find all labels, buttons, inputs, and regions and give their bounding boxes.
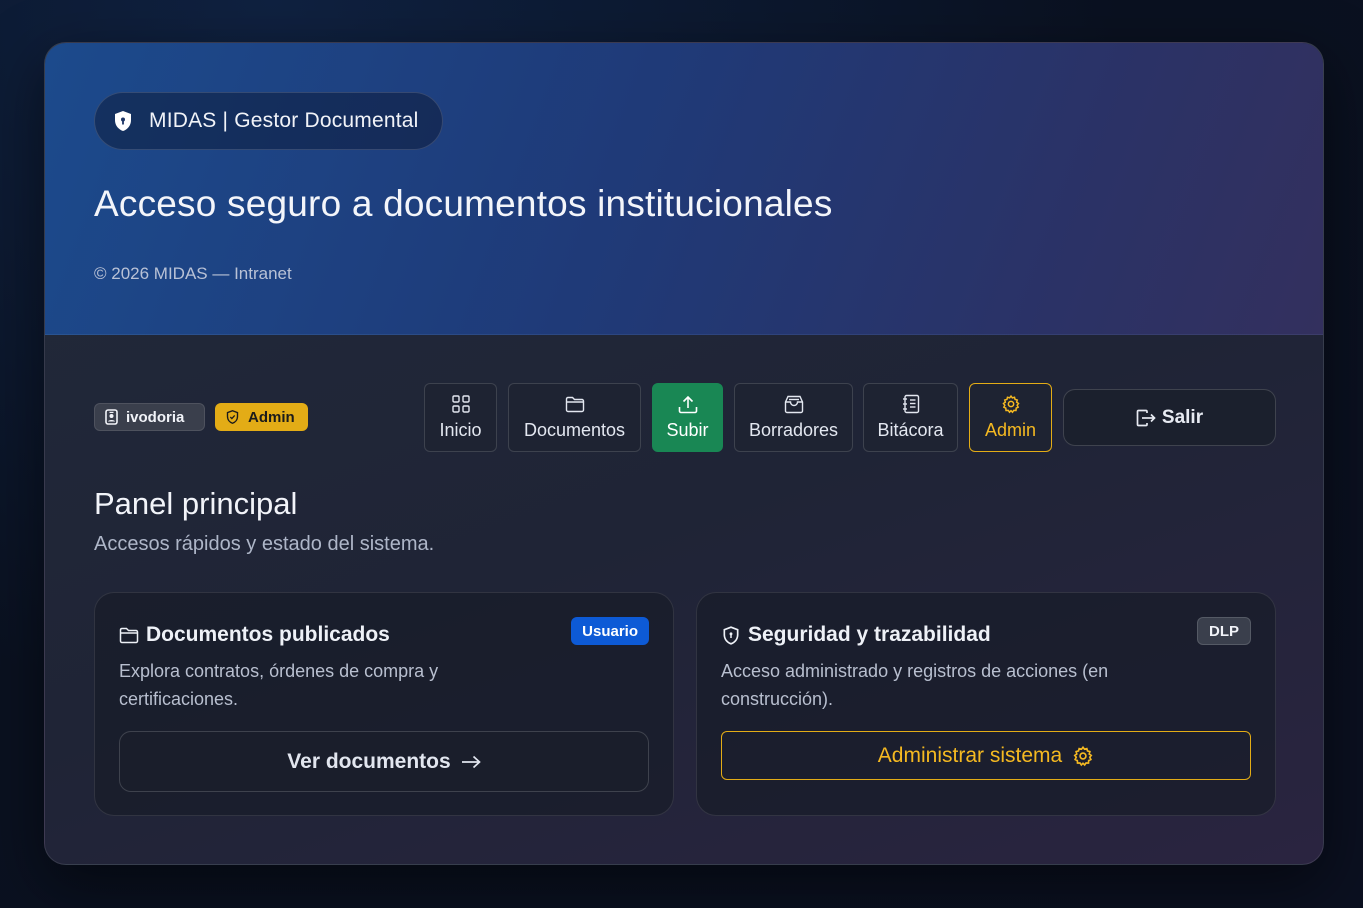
nav-admin[interactable]: Admin xyxy=(969,383,1052,452)
nav-subir[interactable]: Subir xyxy=(652,383,723,452)
user-role-badge: Admin xyxy=(215,403,308,431)
card-description: Explora contratos, órdenes de compra y c… xyxy=(119,661,439,709)
panel-title: Panel principal xyxy=(94,486,298,521)
id-badge-icon xyxy=(105,409,118,425)
shield-icon xyxy=(225,409,240,425)
grid-icon xyxy=(451,394,470,414)
nav-label: Inicio xyxy=(439,420,482,440)
shield-icon xyxy=(111,109,135,133)
nav-label: Admin xyxy=(984,420,1037,440)
card-documentos: Documentos publicados Usuario Explora co… xyxy=(94,592,674,816)
user-role: Admin xyxy=(248,408,295,426)
nav-documentos[interactable]: Documentos xyxy=(508,383,641,452)
card-description: Acceso administrado y registros de accio… xyxy=(721,661,1109,709)
journal-icon xyxy=(902,394,920,414)
panel-subtitle: Accesos rápidos y estado del sistema. xyxy=(94,533,435,555)
gear-icon xyxy=(1072,745,1094,767)
status-badge: Usuario xyxy=(571,617,649,645)
archive-icon xyxy=(784,394,804,414)
card-header: Seguridad y trazabilidad xyxy=(721,623,991,647)
brand-pill[interactable]: MIDAS | Gestor Documental xyxy=(94,92,443,150)
logout-button[interactable]: Salir xyxy=(1063,389,1276,446)
nav-inicio[interactable]: Inicio xyxy=(424,383,497,452)
hero-title: Acceso seguro a documentos institucional… xyxy=(94,183,833,224)
nav-borradores[interactable]: Borradores xyxy=(734,383,853,452)
nav-label: Subir xyxy=(666,420,709,440)
button-label: Administrar sistema xyxy=(877,743,1063,767)
user-name: ivodoria xyxy=(126,408,185,426)
hero-banner: MIDAS | Gestor Documental Acceso seguro … xyxy=(45,43,1323,335)
card-seguridad: Seguridad y trazabilidad DLP Acceso admi… xyxy=(696,592,1276,816)
button-label: Ver documentos xyxy=(287,749,451,773)
nav-label: Documentos xyxy=(523,420,626,440)
nav-bitacora[interactable]: Bitácora xyxy=(863,383,958,452)
logout-label: Salir xyxy=(1161,406,1204,428)
upload-icon xyxy=(678,394,698,414)
admin-system-button[interactable]: Administrar sistema xyxy=(721,731,1251,780)
hero-footer: © 2026 MIDAS — Intranet xyxy=(94,264,292,283)
gear-icon xyxy=(1001,394,1021,414)
card-title: Seguridad y trazabilidad xyxy=(748,623,991,646)
view-documents-button[interactable]: Ver documentos xyxy=(119,731,649,792)
folder-icon xyxy=(565,394,585,414)
logout-icon xyxy=(1136,409,1156,427)
shield-icon xyxy=(721,625,741,646)
status-badge: DLP xyxy=(1197,617,1251,645)
brand-name: MIDAS | Gestor Documental xyxy=(149,109,419,132)
arrow-right-icon xyxy=(461,755,481,769)
folder-icon xyxy=(119,627,139,644)
card-title: Documentos publicados xyxy=(146,623,390,646)
card-header: Documentos publicados xyxy=(119,623,390,647)
user-name-badge: ivodoria xyxy=(94,403,205,431)
app-window: MIDAS | Gestor Documental Acceso seguro … xyxy=(44,42,1324,865)
nav-label: Borradores xyxy=(748,420,839,440)
nav-label: Bitácora xyxy=(877,420,944,440)
